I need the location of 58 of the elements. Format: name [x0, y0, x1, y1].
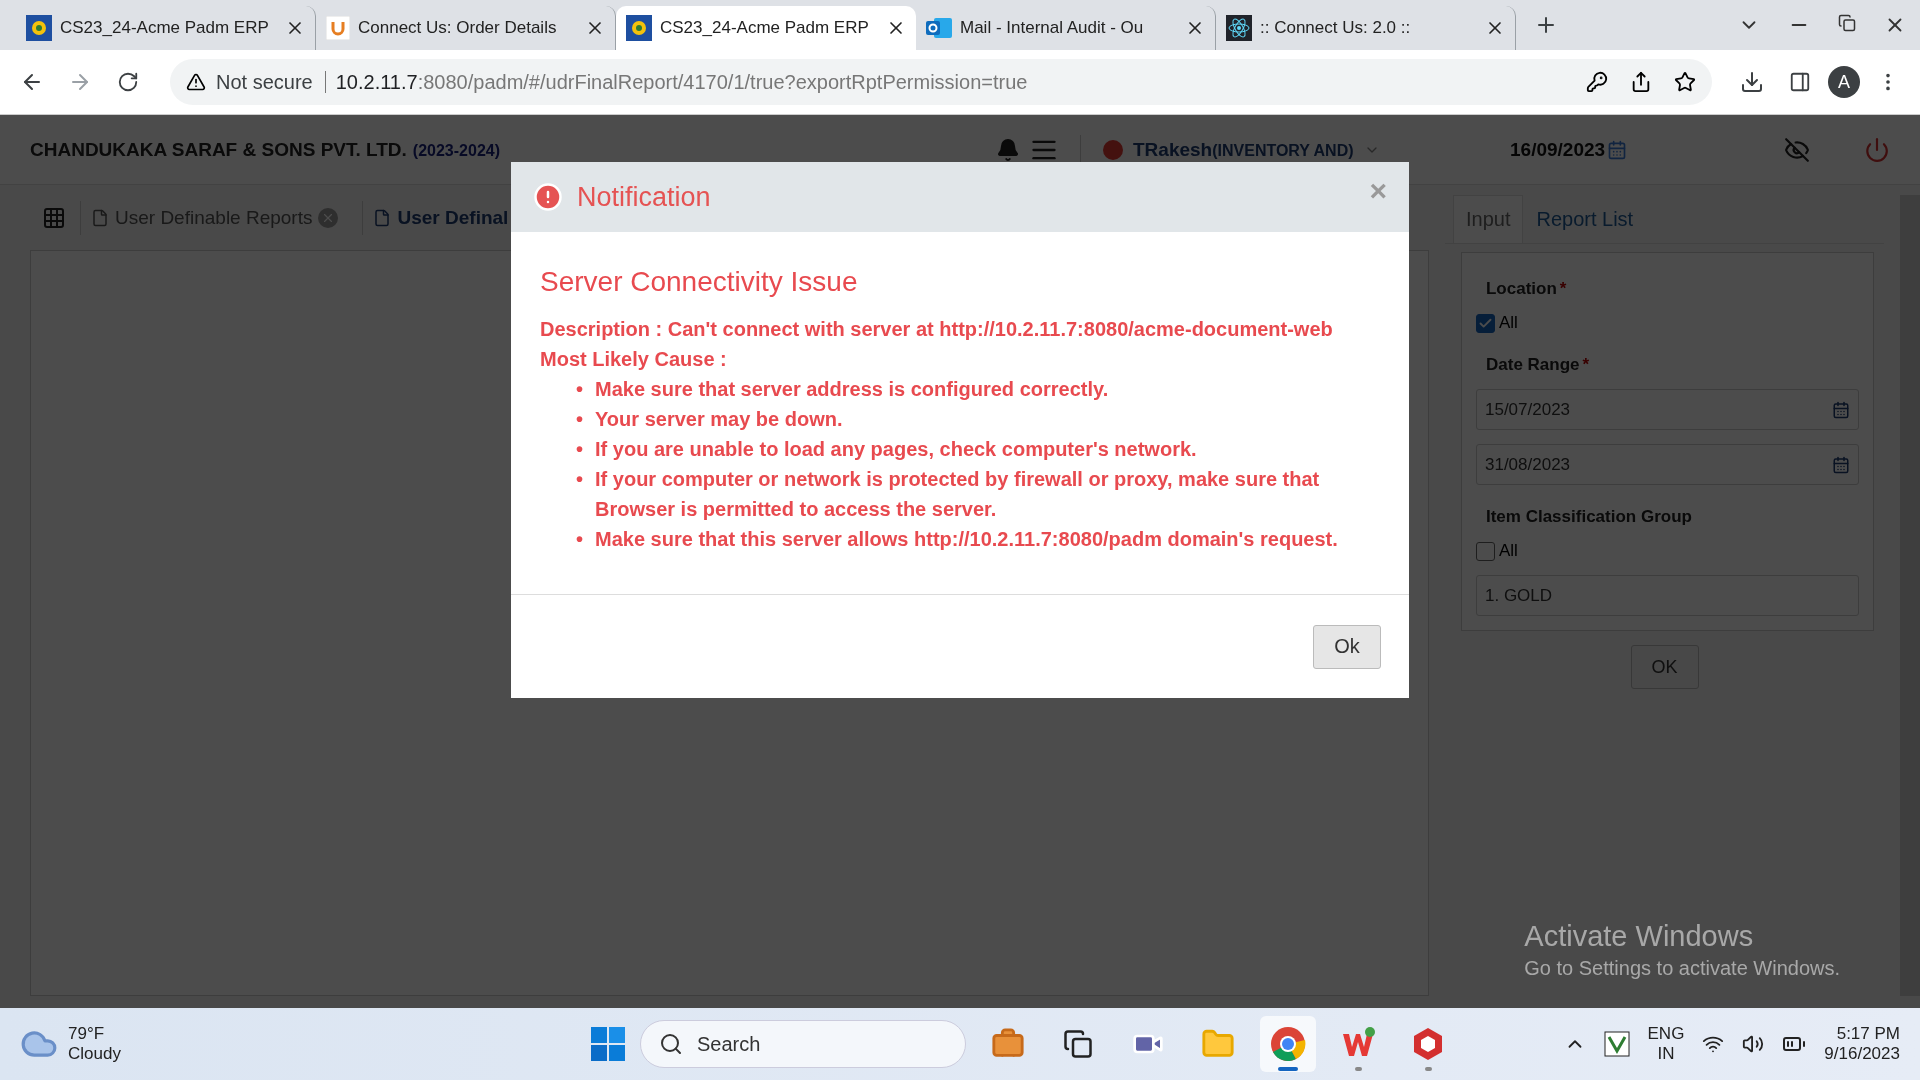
start-icon[interactable]: [590, 1026, 626, 1062]
browser-tab[interactable]: :: Connect Us: 2.0 ::: [1216, 6, 1516, 50]
company-name: CHANDUKAKA SARAF & SONS PVT. LTD. (2023-2024): [30, 138, 500, 161]
field-label: Date Range *: [1485, 355, 1591, 375]
error-description: Description : Can't connect with server at http://10.2.11.7:8080/acme-document-web: [540, 317, 1334, 342]
checkbox-label: All: [1499, 541, 1518, 561]
cause-label: Most Likely Cause :: [540, 347, 728, 372]
atom-icon: [1226, 15, 1252, 41]
page-logo-icon: [326, 16, 350, 40]
tray-app-icon[interactable]: [1603, 1031, 1630, 1057]
clock-date[interactable]: 9/16/2023: [1824, 1044, 1900, 1064]
share-icon[interactable]: [1630, 71, 1652, 93]
key-icon[interactable]: [1586, 71, 1608, 93]
clock-time[interactable]: 5:17 PM: [1836, 1024, 1900, 1044]
app-logo-icon: [26, 15, 52, 41]
cause-item: Make sure that this server allows http://10.2.11.7:8080/padm domain's request.: [595, 527, 1338, 552]
volume-icon[interactable]: [1742, 1033, 1765, 1055]
profile-avatar[interactable]: A: [1828, 66, 1860, 98]
mail-icon: [926, 15, 952, 41]
cause-item: If your computer or network is protected by firewall or proxy, make sure that Browser is permitted to access the server.: [595, 467, 1321, 522]
region[interactable]: IN: [1657, 1044, 1675, 1064]
side-panel-icon[interactable]: [1789, 71, 1811, 93]
ok-button[interactable]: Ok: [1313, 624, 1381, 669]
dialog-title: Notification: [577, 181, 711, 213]
temperature: 79°F: [68, 1024, 106, 1044]
browser-tab[interactable]: Connect Us: Order Details: [316, 6, 616, 50]
restore-icon[interactable]: [1838, 14, 1856, 32]
app-logo-icon: [626, 15, 652, 41]
field-label: Item Classification Group: [1485, 507, 1693, 527]
warning-icon: [186, 72, 206, 92]
language[interactable]: ENG: [1647, 1024, 1685, 1044]
error-heading: Server Connectivity Issue: [540, 266, 859, 298]
reload-icon[interactable]: [117, 71, 139, 93]
cause-item: Make sure that server address is configured correctly.: [595, 377, 1109, 402]
bookmark-star-icon[interactable]: [1674, 71, 1696, 93]
bullet: •: [576, 467, 583, 492]
browser-icon[interactable]: [1270, 1026, 1306, 1062]
activation-title: Activate Windows: [1524, 920, 1755, 953]
browser-tab[interactable]: Mail - Internal Audit - Ou: [916, 6, 1216, 50]
search-icon: [659, 1032, 683, 1056]
download-icon[interactable]: [1740, 70, 1764, 94]
alert-icon: [533, 182, 563, 212]
bullet: •: [576, 437, 583, 462]
field-label: Location *: [1485, 279, 1568, 299]
browser-tab[interactable]: CS23_24-Acme Padm ERP: [616, 6, 916, 50]
cause-item: If you are unable to load any pages, check computer's network.: [595, 437, 1197, 462]
search-field[interactable]: Search: [640, 1020, 966, 1068]
checkbox-label: All: [1499, 313, 1518, 333]
current-date: 16/09/2023: [1510, 138, 1606, 161]
bullet: •: [576, 407, 583, 432]
windows-icon[interactable]: [1063, 1029, 1093, 1059]
weather-condition: Cloudy: [68, 1044, 121, 1064]
address-bar[interactable]: Not secure 10.2.11.7:8080/padm/#/udrFinalReport/4170/1/true?exportRptPermission=true: [170, 59, 1712, 105]
browser-tab[interactable]: CS23_24-Acme Padm ERP: [16, 6, 316, 50]
bullet: •: [576, 377, 583, 402]
bullet: •: [576, 527, 583, 552]
activation-hint: Go to Settings to activate Windows.: [1524, 957, 1840, 980]
cause-item: Your server may be down.: [595, 407, 843, 432]
